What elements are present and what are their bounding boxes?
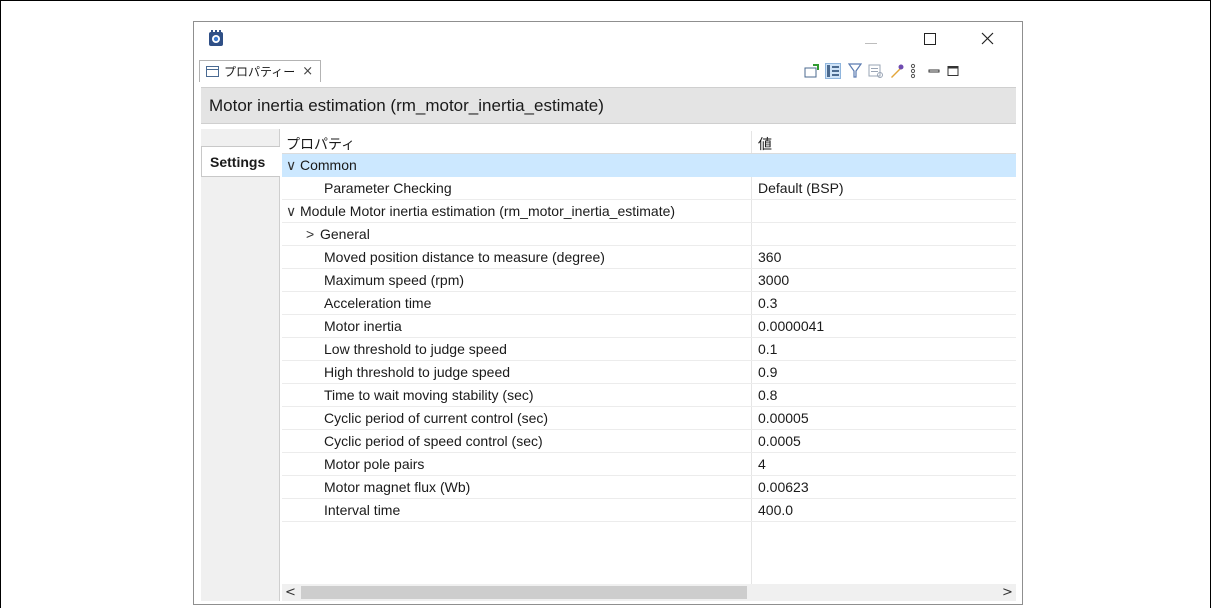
table-header: プロパティ 値	[282, 131, 1016, 154]
row-value[interactable]: 0.8	[758, 387, 777, 403]
scroll-right-icon[interactable]: >	[999, 584, 1016, 601]
filter-icon[interactable]	[847, 63, 863, 79]
table-row[interactable]: Parameter Checking Default (BSP)	[282, 177, 1016, 200]
close-button[interactable]	[964, 22, 1010, 56]
row-name: ∨ Common	[286, 157, 357, 174]
outer-frame-left	[0, 0, 1, 608]
table-row[interactable]: High threshold to judge speed 0.9	[282, 361, 1016, 384]
advanced-icon[interactable]	[889, 63, 905, 79]
row-name: Acceleration time	[324, 295, 432, 311]
tab-properties[interactable]: プロパティー ×	[199, 60, 321, 82]
property-table: プロパティ 値 ∨ Common Parameter Checking Defau…	[282, 131, 1016, 584]
minimize-icon	[865, 30, 877, 49]
tab-settings-label: Settings	[210, 153, 266, 170]
maximize-view-icon[interactable]	[945, 63, 961, 79]
table-row[interactable]: Time to wait moving stability (sec) 0.8	[282, 384, 1016, 407]
row-label: General	[320, 226, 370, 242]
chevron-down-icon[interactable]: ∨	[286, 203, 300, 220]
row-name: Parameter Checking	[324, 180, 452, 196]
row-name: Time to wait moving stability (sec)	[324, 387, 534, 403]
row-value[interactable]: 0.0000041	[758, 318, 824, 334]
row-label: Common	[300, 157, 357, 173]
properties-window: プロパティー × Motor inertia estimation (rm_mo…	[193, 21, 1023, 605]
row-name: Cyclic period of current control (sec)	[324, 410, 549, 426]
tab-properties-label: プロパティー	[224, 65, 296, 79]
table-row[interactable]: ∨ Module Motor inertia estimation (rm_mot…	[282, 200, 1016, 223]
table-row[interactable]: Cyclic period of speed control (sec) 0.0…	[282, 430, 1016, 453]
outer-frame-top	[0, 0, 1211, 1]
row-value[interactable]: 0.00005	[758, 410, 809, 426]
minimize-button[interactable]	[848, 22, 894, 56]
categories-icon[interactable]	[825, 63, 841, 79]
row-value[interactable]: Default (BSP)	[758, 180, 844, 196]
row-name: Interval time	[324, 502, 401, 518]
row-name: Low threshold to judge speed	[324, 341, 507, 357]
row-value[interactable]: 0.9	[758, 364, 777, 380]
table-row[interactable]: Cyclic period of current control (sec) 0…	[282, 407, 1016, 430]
table-row[interactable]: Motor pole pairs 4	[282, 453, 1016, 476]
page-title: Motor inertia estimation (rm_motor_inert…	[209, 96, 604, 115]
row-name: Motor pole pairs	[324, 456, 425, 472]
table-row[interactable]: Motor magnet flux (Wb) 0.00623	[282, 476, 1016, 499]
app-icon	[208, 30, 224, 47]
view-tab-bar: プロパティー ×	[195, 60, 1021, 82]
restore-default-icon[interactable]	[868, 63, 884, 79]
properties-view-icon	[206, 66, 219, 77]
table-row[interactable]: Moved position distance to measure (degr…	[282, 246, 1016, 269]
row-value[interactable]: 3000	[758, 272, 789, 288]
row-name: Motor inertia	[324, 318, 402, 334]
side-tab-panel: Settings	[201, 129, 280, 601]
row-value[interactable]: 0.1	[758, 341, 777, 357]
chevron-down-icon[interactable]: ∨	[286, 157, 300, 174]
table-row[interactable]: > General	[282, 223, 1016, 246]
row-name: ∨ Module Motor inertia estimation (rm_mot…	[286, 203, 675, 220]
table-row[interactable]: Motor inertia 0.0000041	[282, 315, 1016, 338]
row-label: Module Motor inertia estimation (rm_moto…	[300, 203, 676, 219]
table-row[interactable]: Interval time 400.0	[282, 499, 1016, 522]
row-name: High threshold to judge speed	[324, 364, 511, 380]
table-row[interactable]: Low threshold to judge speed 0.1	[282, 338, 1016, 361]
row-value[interactable]: 360	[758, 249, 781, 265]
maximize-icon	[924, 30, 936, 49]
maximize-button[interactable]	[907, 22, 953, 56]
table-row[interactable]: Maximum speed (rpm) 3000	[282, 269, 1016, 292]
tab-close-icon[interactable]: ×	[302, 64, 313, 79]
scroll-left-icon[interactable]: <	[282, 584, 299, 601]
chevron-right-icon[interactable]: >	[306, 226, 320, 242]
scrollbar-thumb[interactable]	[301, 586, 747, 599]
row-name: Maximum speed (rpm)	[324, 272, 465, 288]
row-value[interactable]: 0.0005	[758, 433, 801, 449]
properties-header: Motor inertia estimation (rm_motor_inert…	[201, 87, 1016, 124]
table-row[interactable]: ∨ Common	[282, 154, 1016, 177]
row-name: > General	[306, 226, 370, 242]
row-value[interactable]: 400.0	[758, 502, 793, 518]
tab-settings[interactable]: Settings	[201, 146, 280, 177]
row-name: Moved position distance to measure (degr…	[324, 249, 605, 265]
row-name: Cyclic period of speed control (sec)	[324, 433, 543, 449]
row-value[interactable]: 0.3	[758, 295, 777, 311]
row-value[interactable]: 4	[758, 456, 766, 472]
column-header-value[interactable]: 値	[758, 134, 772, 154]
title-bar	[194, 22, 1022, 56]
minimize-view-icon[interactable]	[926, 63, 942, 79]
row-name: Motor magnet flux (Wb)	[324, 479, 471, 495]
horizontal-scrollbar[interactable]: < >	[282, 584, 1016, 601]
row-value[interactable]: 0.00623	[758, 479, 809, 495]
close-icon	[981, 30, 994, 49]
column-header-property[interactable]: プロパティ	[286, 134, 355, 154]
view-menu-icon[interactable]	[908, 63, 918, 79]
table-row[interactable]: Acceleration time 0.3	[282, 292, 1016, 315]
pin-to-view-icon[interactable]	[804, 63, 820, 79]
